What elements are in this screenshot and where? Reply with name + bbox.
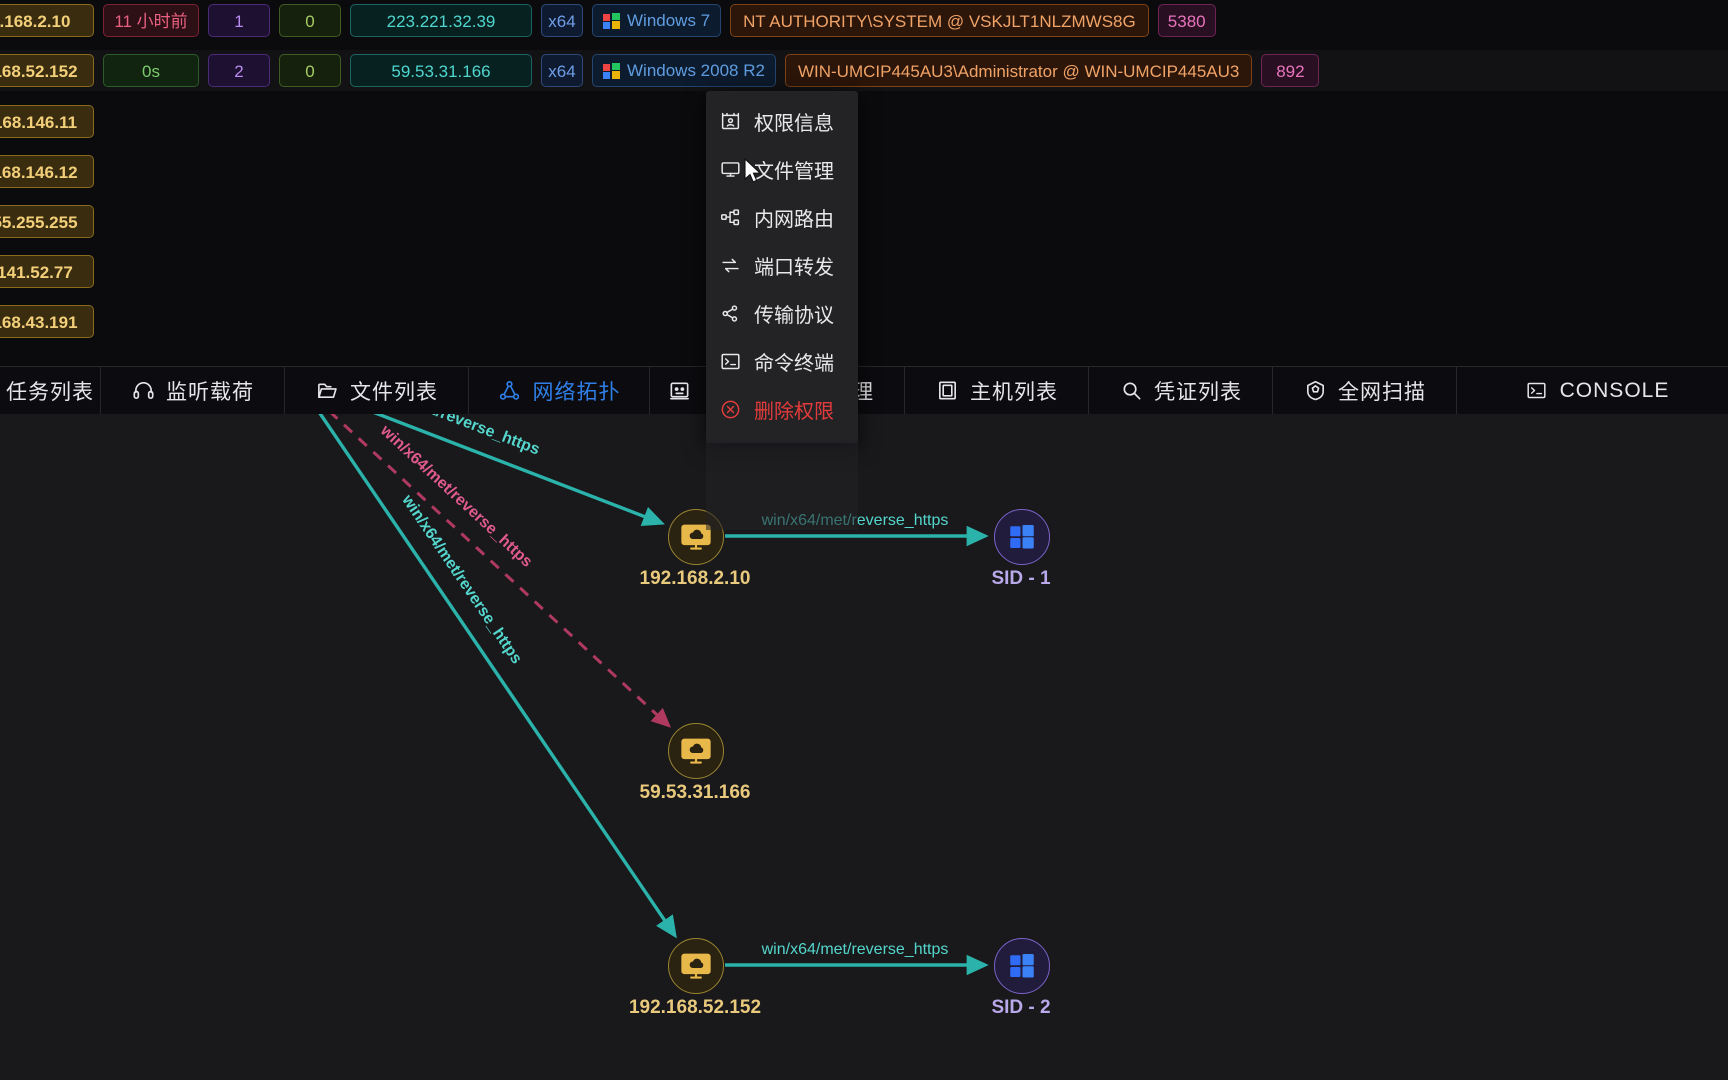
- context-menu-item-内网路由[interactable]: 内网路由: [706, 193, 858, 241]
- table-row[interactable]: 55.255.255: [0, 201, 103, 242]
- toolbar-button-label: 凭证列表: [1154, 380, 1242, 404]
- cell-count-1[interactable]: 1: [208, 4, 270, 37]
- windows-logo-icon: [994, 509, 1050, 565]
- toolbar-button-凭证列表[interactable]: 凭证列表: [1089, 366, 1273, 414]
- cell-pid[interactable]: 5380: [1157, 4, 1216, 37]
- context-menu-item-label: 文件管理: [754, 160, 834, 183]
- topology-node-label: 59.53.31.166: [639, 782, 751, 803]
- cell-os-label: Windows 2008 R2: [627, 61, 765, 80]
- context-menu-item-label: 端口转发: [754, 256, 834, 279]
- cell-count-2[interactable]: 0: [279, 4, 341, 37]
- cell-ip[interactable]: 168.146.11: [0, 105, 94, 138]
- cell-user[interactable]: NT AUTHORITY\SYSTEM @ VSKJLT1NLZMWS8G: [730, 4, 1149, 37]
- cell-ip[interactable]: 168.146.12: [0, 155, 94, 188]
- context-menu-item-命令终端[interactable]: 命令终端: [706, 337, 858, 385]
- topology-node-label: SID - 1: [991, 568, 1051, 589]
- folder-icon: [315, 379, 339, 403]
- cell-last-seen[interactable]: 0s: [103, 54, 199, 87]
- robot-icon: [668, 379, 692, 403]
- cell-os[interactable]: Windows 2008 R2: [592, 54, 776, 87]
- toolbar-button-label: 主机列表: [970, 380, 1058, 404]
- toolbar-button-文件列表[interactable]: 文件列表: [285, 366, 469, 414]
- toolbar-button-label: CONSOLE: [1559, 378, 1670, 402]
- session-table: .168.2.10 11 小时前 1 0 223.221.32.39 x64 Windows…: [0, 0, 1728, 372]
- windows-logo-icon: [603, 12, 620, 29]
- context-menu-item-传输协议[interactable]: 传输协议: [706, 289, 858, 337]
- table-row[interactable]: 141.52.77: [0, 251, 103, 292]
- cell-user[interactable]: WIN-UMCIP445AU3\Administrator @ WIN-UMCI…: [784, 54, 1253, 87]
- cell-os-label: Windows 7: [627, 11, 711, 30]
- port-forward-icon: [720, 255, 741, 276]
- context-menu-item-删除权限[interactable]: 删除权限: [706, 385, 858, 433]
- toolbar-button-label: 文件列表: [350, 380, 438, 404]
- toolbar-button-label: 监听载荷: [166, 380, 254, 404]
- share-nodes-icon: [720, 303, 741, 324]
- main-toolbar: 任务列表监听载荷文件列表网络拓扑内网代理主机列表凭证列表全网扫描CONSOLE: [0, 366, 1728, 414]
- toolbar-button-label: 网络拓扑: [532, 380, 621, 404]
- context-menu-item-label: 权限信息: [754, 112, 834, 135]
- table-row[interactable]: 168.146.12: [0, 151, 103, 192]
- toolbar-button-任务列表[interactable]: 任务列表: [0, 366, 101, 414]
- topology-edge: [318, 414, 677, 939]
- table-row[interactable]: 168.52.152 0s 2 0 59.53.31.166 x64 Windows 200…: [0, 50, 1728, 91]
- context-menu-item-label: 删除权限: [754, 400, 834, 423]
- context-menu-item-端口转发[interactable]: 端口转发: [706, 241, 858, 289]
- headphone-icon: [131, 379, 155, 403]
- context-menu-item-label: 内网路由: [754, 208, 834, 231]
- table-row[interactable]: .168.2.10 11 小时前 1 0 223.221.32.39 x64 Windows…: [0, 0, 1728, 41]
- search-key-icon: [1119, 379, 1143, 403]
- scan-icon: [1303, 379, 1327, 403]
- toolbar-button-label: 任务列表: [6, 380, 94, 404]
- topology-icon: [498, 379, 522, 403]
- cell-address[interactable]: 59.53.31.166: [350, 54, 532, 87]
- context-menu-item-label: 命令终端: [754, 352, 834, 375]
- cell-ip[interactable]: 168.43.191: [0, 305, 94, 338]
- toolbar-button-监听载荷[interactable]: 监听载荷: [101, 366, 285, 414]
- cell-address[interactable]: 223.221.32.39: [350, 4, 532, 37]
- table-row[interactable]: 168.146.11: [0, 101, 103, 142]
- topology-edges: [318, 414, 989, 976]
- context-menu-item-权限信息[interactable]: 权限信息: [706, 97, 858, 145]
- windows-logo-icon: [994, 938, 1050, 994]
- cell-pid[interactable]: 892: [1261, 54, 1320, 87]
- host-monitor-icon: [668, 723, 724, 779]
- topology-node-label: 192.168.52.152: [628, 997, 762, 1018]
- topology-node-label: SID - 2: [991, 997, 1051, 1018]
- cell-ip[interactable]: .168.2.10: [0, 4, 94, 37]
- cell-count-1[interactable]: 2: [208, 54, 270, 87]
- delete-circle-icon: [720, 399, 741, 420]
- cell-arch[interactable]: x64: [541, 4, 583, 37]
- cell-last-seen[interactable]: 11 小时前: [103, 4, 199, 37]
- cell-os[interactable]: Windows 7: [592, 4, 722, 37]
- topology-edge: [373, 414, 665, 526]
- cell-arch[interactable]: x64: [541, 54, 583, 87]
- topology-node-label: 192.168.2.10: [639, 568, 751, 589]
- context-menu-item-文件管理[interactable]: 文件管理: [706, 145, 858, 193]
- toolbar-button-网络拓扑[interactable]: 网络拓扑: [469, 366, 650, 414]
- terminal-icon: [1525, 379, 1549, 403]
- network-topology-canvas[interactable]: win/x64/met/reverse_https win/x64/met/rev…: [0, 414, 1728, 1080]
- windows-logo-icon: [603, 62, 620, 79]
- host-list-icon: [935, 379, 959, 403]
- host-monitor-icon: [668, 938, 724, 994]
- terminal-icon: [720, 351, 741, 372]
- toolbar-button-label: 全网扫描: [1338, 380, 1426, 404]
- toolbar-button-CONSOLE[interactable]: CONSOLE: [1457, 366, 1728, 414]
- cell-ip[interactable]: 55.255.255: [0, 205, 94, 238]
- context-menu-item-label: 传输协议: [754, 304, 834, 327]
- cell-count-2[interactable]: 0: [279, 54, 341, 87]
- cell-ip[interactable]: 168.52.152: [0, 54, 94, 87]
- network-route-icon: [720, 207, 741, 228]
- toolbar-button-主机列表[interactable]: 主机列表: [905, 366, 1089, 414]
- cell-ip[interactable]: 141.52.77: [0, 255, 94, 288]
- toolbar-button-全网扫描[interactable]: 全网扫描: [1273, 366, 1457, 414]
- monitor-icon: [720, 159, 741, 180]
- mouse-cursor: [744, 158, 762, 183]
- session-context-menu[interactable]: 权限信息文件管理内网路由端口转发传输协议命令终端删除权限: [706, 91, 858, 530]
- table-row[interactable]: 168.43.191: [0, 301, 103, 342]
- id-card-icon: [720, 111, 741, 132]
